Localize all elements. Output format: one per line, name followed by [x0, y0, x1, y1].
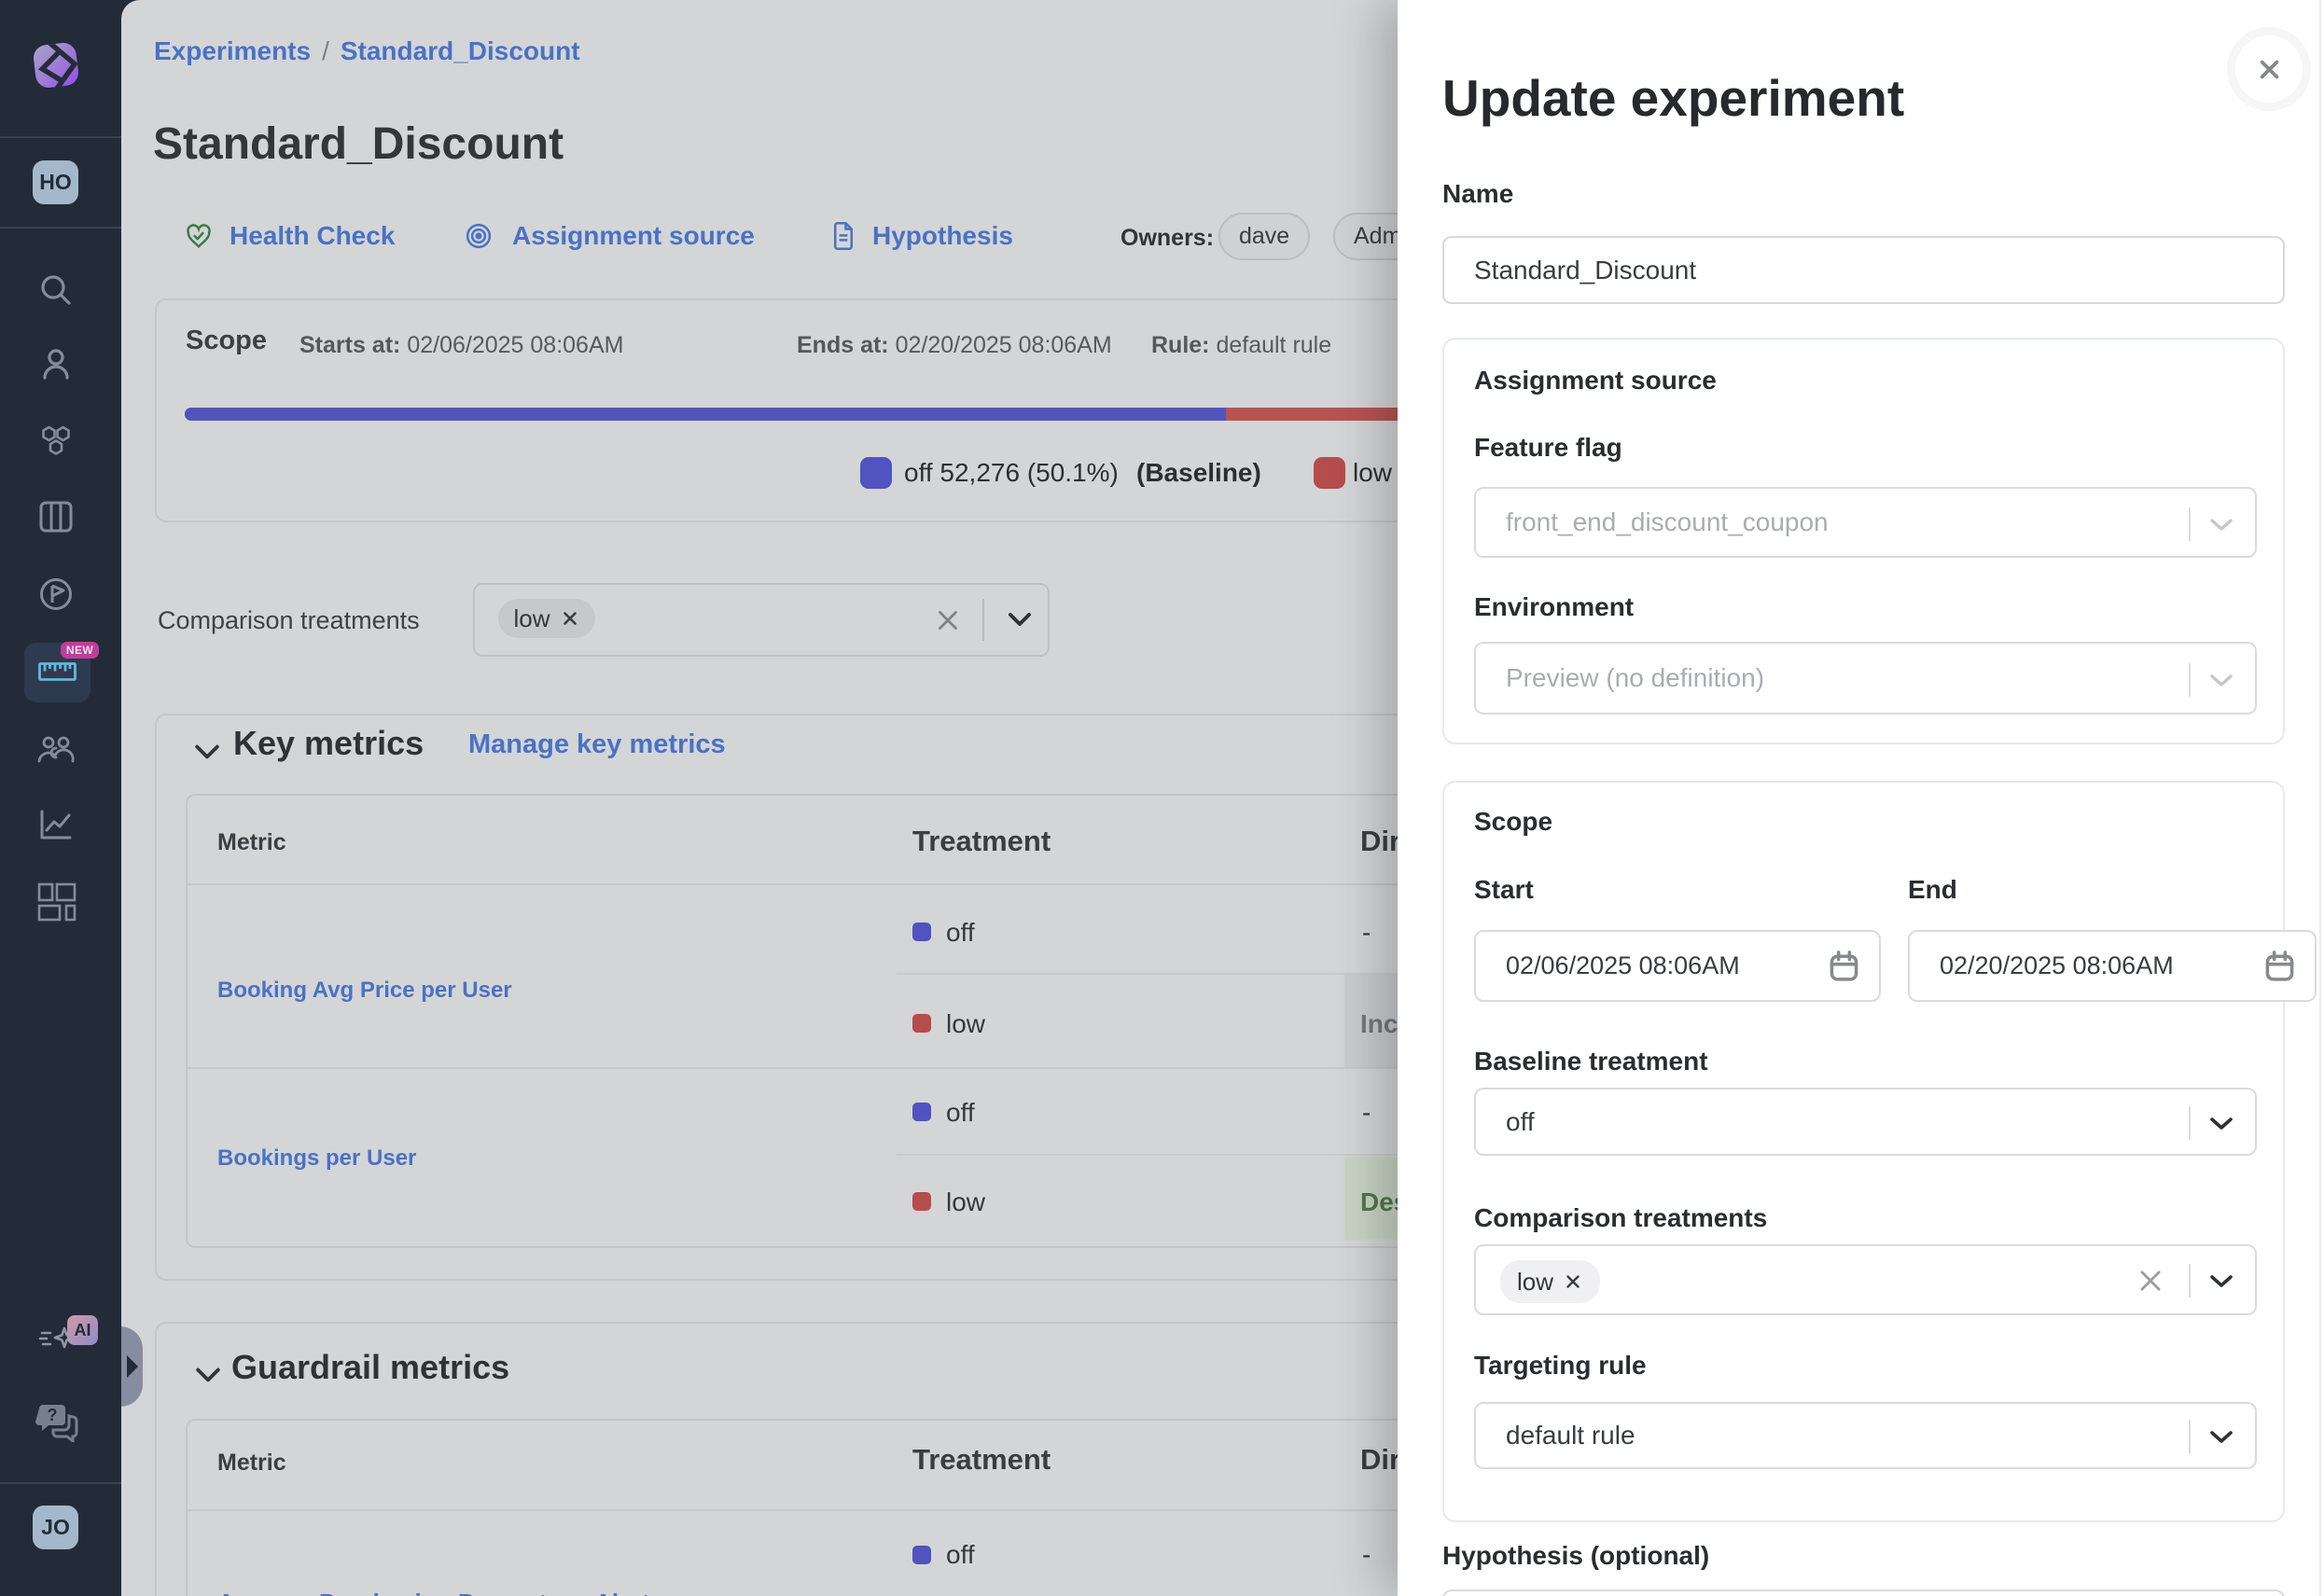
svg-text:?: ?	[48, 1406, 58, 1424]
